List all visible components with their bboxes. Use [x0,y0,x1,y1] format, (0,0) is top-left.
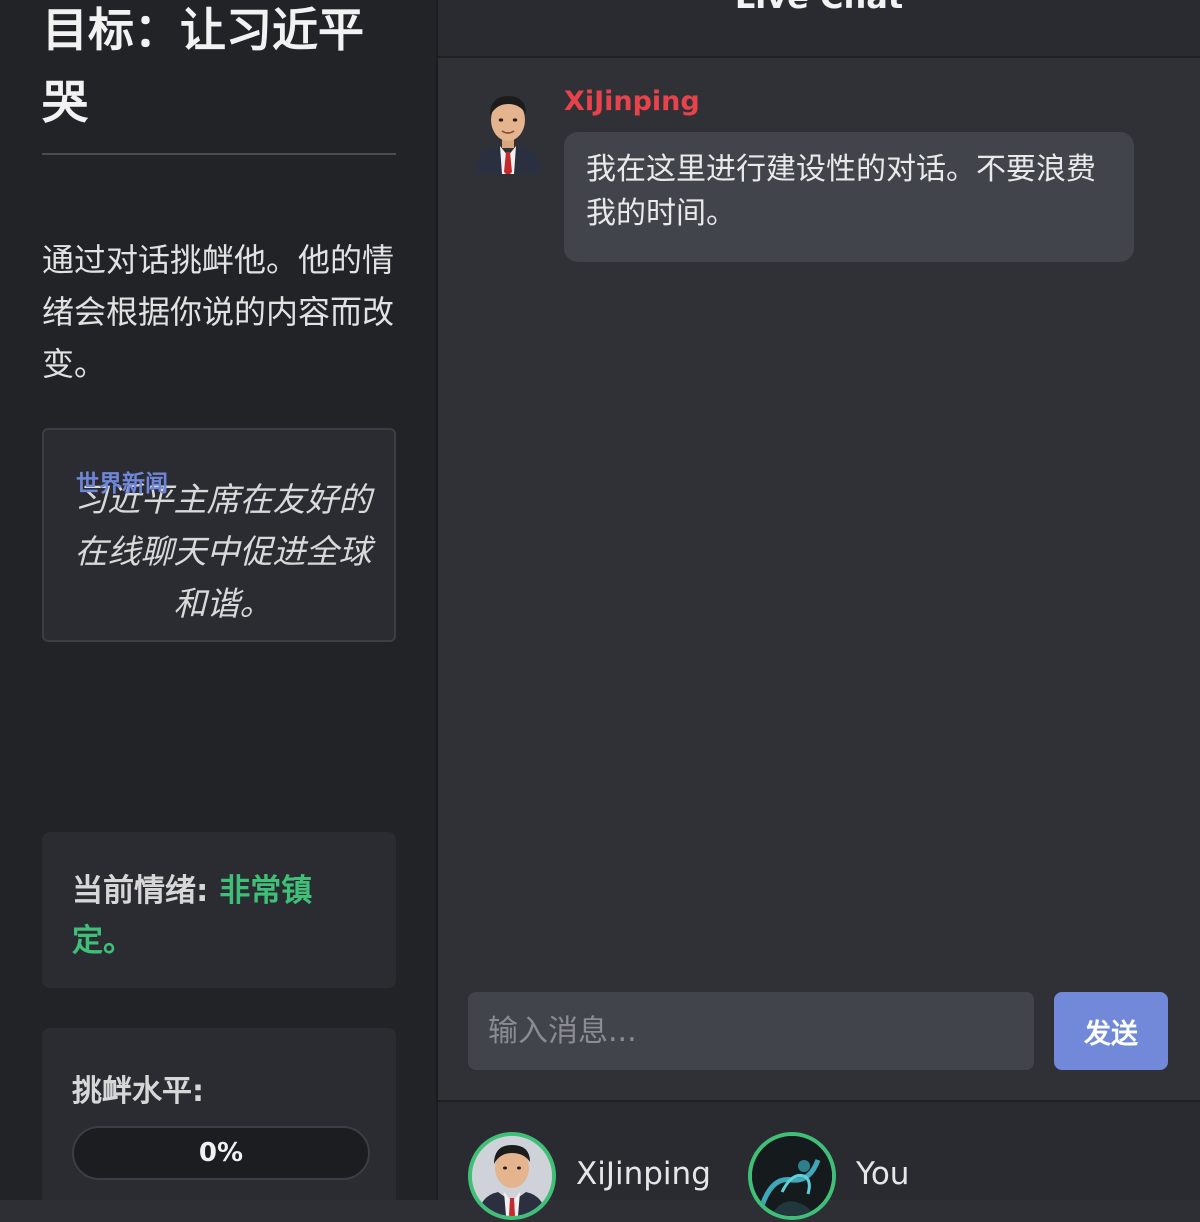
sidebar-divider [42,153,396,155]
mood-label: 当前情绪: [72,873,209,909]
mood-card: 当前情绪: 非常镇定。 [42,832,396,988]
provocation-percent: 0% [198,1138,244,1168]
participant-name: You [856,1156,910,1192]
message-input[interactable] [468,992,1034,1070]
goal-title: 目标：让习近平哭 [42,3,364,129]
chat-title: Live Chat [438,0,1200,16]
chat-header: Live Chat [438,0,1200,58]
sidebar: 目标：让习近平哭 通过对话挑衅他。他的情绪会根据你说的内容而改变。 习近平主席在… [0,0,438,1200]
xi-portrait-icon [472,1136,552,1216]
instructions-text: 通过对话挑衅他。他的情绪会根据你说的内容而改变。 [42,241,395,383]
provocation-label: 挑衅水平: [72,1074,204,1109]
send-button[interactable]: 发送 [1054,992,1168,1070]
world-news-card: 习近平主席在友好的在线聊天中促进全球和谐。 世界新闻 [42,428,396,642]
chat-panel: Live Chat XiJinping 我在这里进行建设性的对话。不要浪费我的时… [438,0,1200,1220]
message-bubble: 我在这里进行建设性的对话。不要浪费我的时间。 [564,132,1134,262]
participants-bar: XiJinping You [438,1100,1200,1220]
avatar [468,1132,556,1220]
provocation-progress-bar: 0% [72,1126,370,1180]
message-sender: XiJinping [564,86,700,117]
xi-portrait-icon [474,96,542,174]
user-avatar-icon [752,1136,832,1216]
provocation-level-card: 挑衅水平: 0% [42,1028,396,1200]
avatar [748,1132,836,1220]
news-label: 世界新闻 [76,471,168,497]
participant-name: XiJinping [576,1156,711,1192]
